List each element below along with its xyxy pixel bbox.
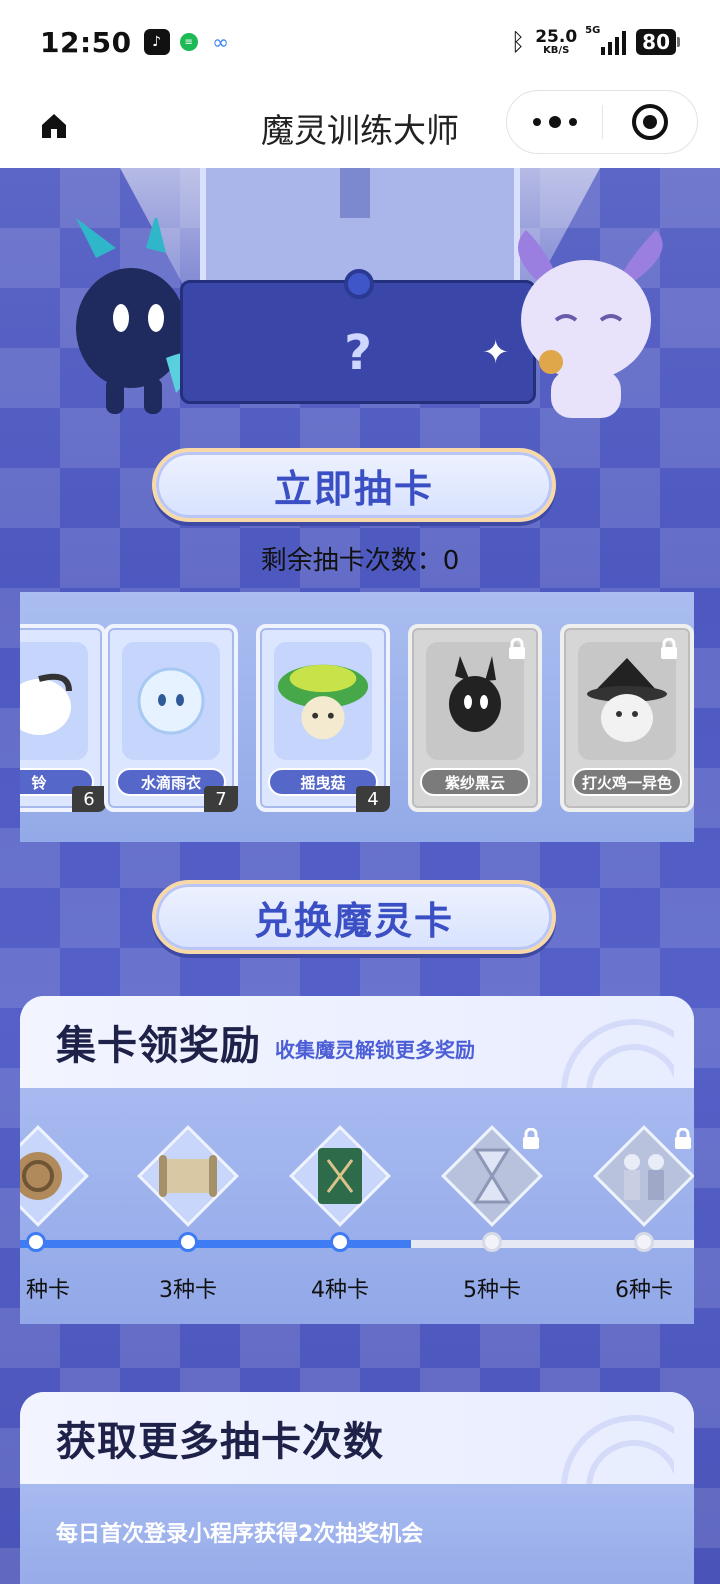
card-collection-strip[interactable]: 铃 6 水滴雨衣 7 摇曳菇 4 紫纱黑云 打火鸡一异色 xyxy=(20,592,694,842)
cloud-icon: ∞ xyxy=(212,30,229,54)
nav-bar: 魔灵训练大师 xyxy=(0,84,720,168)
draw-card-button[interactable]: 立即抽卡 xyxy=(152,448,556,522)
coin-icon xyxy=(20,1144,70,1208)
progress-node xyxy=(330,1232,350,1252)
notification-icons: ♪ ≡ ∞ xyxy=(143,29,234,55)
progress-track xyxy=(20,1240,694,1248)
panel-subtitle: 收集魔灵解锁更多奖励 xyxy=(275,1037,475,1062)
card-count: 4 xyxy=(356,786,390,812)
reward-item[interactable] xyxy=(20,1125,89,1227)
lock-icon xyxy=(661,638,677,659)
reward-item[interactable] xyxy=(289,1125,391,1227)
remaining-draws: 剩余抽卡次数：0 xyxy=(260,546,460,576)
lock-icon xyxy=(675,1128,691,1149)
sparkle-icon: ✦ xyxy=(482,333,509,371)
reward-item-locked[interactable] xyxy=(593,1125,694,1227)
progress-node xyxy=(178,1232,198,1252)
progress-node xyxy=(26,1232,46,1252)
reward-track[interactable]: 种卡 3种卡 4种卡 5种卡 6种卡 xyxy=(20,1088,694,1324)
network-type: 5G xyxy=(585,25,601,36)
spotify-icon: ≡ xyxy=(179,33,198,51)
progress-node xyxy=(482,1232,502,1252)
card-art xyxy=(122,642,220,760)
task-list: 每日首次登录小程序获得2次抽奖机会 xyxy=(20,1484,694,1584)
speed-value: 25.0 xyxy=(535,26,578,47)
card-art xyxy=(20,642,88,760)
card-item-locked[interactable]: 紫纱黑云 xyxy=(408,624,542,812)
card-name: 打火鸡一异色 xyxy=(572,768,682,796)
exchange-card-button[interactable]: 兑换魔灵卡 xyxy=(152,880,556,954)
card-name: 紫纱黑云 xyxy=(420,768,530,796)
goat-creature-illustration xyxy=(518,230,663,418)
lock-icon xyxy=(523,1128,539,1149)
question-icon: ? xyxy=(344,325,372,381)
mystery-card-box: ? ✦ xyxy=(180,269,536,404)
miniprogram-capsule xyxy=(506,90,698,154)
scroll-icon xyxy=(156,1144,220,1208)
panel-header: 获取更多抽卡次数 xyxy=(20,1392,694,1488)
card-count: 6 xyxy=(72,786,106,812)
card-item-locked[interactable]: 打火鸡一异色 xyxy=(560,624,694,812)
task-daily-login: 每日首次登录小程序获得2次抽奖机会 xyxy=(56,1522,424,1547)
web-ornament-icon xyxy=(561,1415,674,1488)
book-icon xyxy=(308,1144,372,1208)
tier-label: 6种卡 xyxy=(615,1278,673,1303)
tier-label: 种卡 xyxy=(25,1278,70,1303)
hourglass-icon xyxy=(460,1144,524,1208)
main-content: ? ✦ 立即抽卡 剩余抽卡次数：0 铃 6 水滴雨衣 7 摇曳菇 4 紫纱黑云 … xyxy=(0,168,720,1584)
tier-label: 5种卡 xyxy=(463,1278,521,1303)
status-right: ᛒ 25.0 KB/S 5G 80 xyxy=(510,25,680,56)
status-time: 12:50 xyxy=(40,25,132,59)
web-ornament-icon xyxy=(561,1019,674,1092)
battery-icon: 80 xyxy=(636,29,680,55)
more-button[interactable] xyxy=(507,116,602,128)
card-art xyxy=(274,642,372,760)
collection-rewards-panel: 集卡领奖励 收集魔灵解锁更多奖励 种卡 3种卡 4种卡 5种卡 6种卡 xyxy=(20,996,694,1324)
network-speed: 25.0 KB/S xyxy=(535,26,578,56)
close-icon xyxy=(632,104,668,140)
tiktok-icon: ♪ xyxy=(143,29,170,55)
reward-item-locked[interactable] xyxy=(441,1125,543,1227)
panel-title: 集卡领奖励 xyxy=(56,1023,261,1069)
progress-node xyxy=(634,1232,654,1252)
speed-unit: KB/S xyxy=(543,44,570,56)
status-bar: 12:50 ♪ ≡ ∞ ᛒ 25.0 KB/S 5G 80 xyxy=(0,0,720,84)
card-item[interactable]: 铃 6 xyxy=(20,624,106,812)
card-count: 7 xyxy=(204,786,238,812)
card-item[interactable]: 摇曳菇 4 xyxy=(256,624,390,812)
signal-icon: 5G xyxy=(585,25,627,55)
tier-label: 4种卡 xyxy=(311,1278,369,1303)
close-button[interactable] xyxy=(603,104,697,140)
characters-icon xyxy=(612,1144,676,1208)
card-item[interactable]: 水滴雨衣 7 xyxy=(104,624,238,812)
reward-item[interactable] xyxy=(137,1125,239,1227)
panel-title: 获取更多抽卡次数 xyxy=(56,1419,384,1465)
lock-icon xyxy=(509,638,525,659)
hero-banner: ? ✦ xyxy=(0,168,720,438)
tier-label: 3种卡 xyxy=(159,1278,217,1303)
progress-fill xyxy=(20,1240,411,1248)
bluetooth-icon: ᛒ xyxy=(510,28,526,56)
battery-level: 80 xyxy=(636,29,676,55)
panel-header: 集卡领奖励 收集魔灵解锁更多奖励 xyxy=(20,996,694,1092)
more-draws-panel: 获取更多抽卡次数 每日首次登录小程序获得2次抽奖机会 xyxy=(20,1392,694,1584)
